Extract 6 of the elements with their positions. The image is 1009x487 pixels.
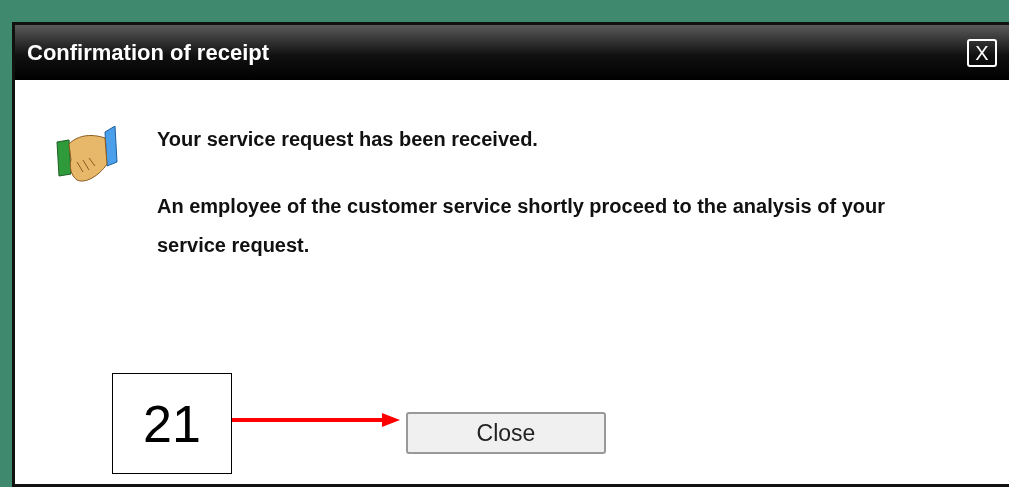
- message-text: An employee of the customer service shortly proceed to the analysis of your service request.: [157, 194, 886, 258]
- close-button[interactable]: Close: [406, 412, 606, 454]
- message-text: Your service request has been received.: [157, 127, 539, 152]
- window-title: Confirmation of receipt: [27, 39, 269, 66]
- callout-label: 21: [112, 373, 232, 474]
- close-icon[interactable]: X: [967, 38, 997, 67]
